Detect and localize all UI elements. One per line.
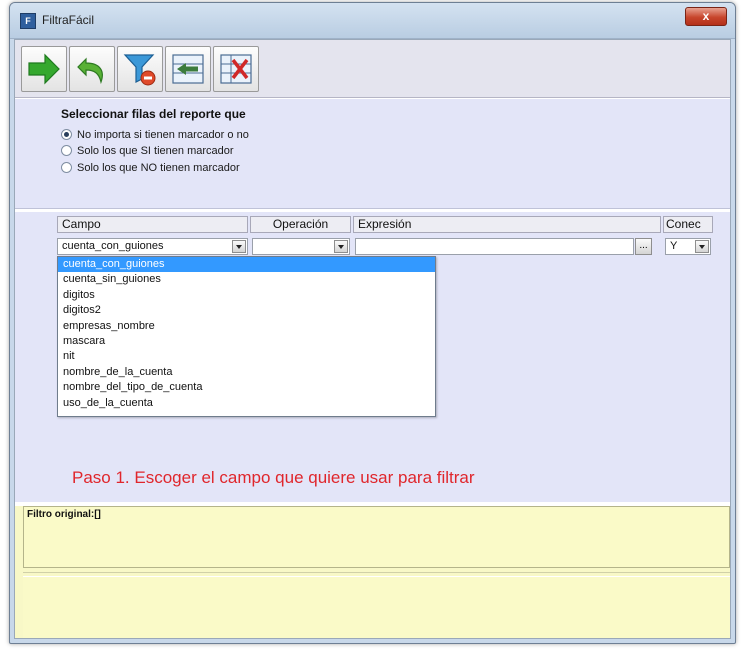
radio-button[interactable] — [61, 145, 72, 156]
insert-row-icon — [172, 54, 204, 84]
divider — [23, 572, 730, 573]
row-selection-panel: Seleccionar filas del reporte que No imp… — [15, 99, 730, 209]
radio-button[interactable] — [61, 162, 72, 173]
dropdown-option[interactable]: nombre_del_tipo_de_cuenta — [58, 380, 435, 395]
dropdown-option[interactable]: cuenta_con_guiones — [58, 257, 435, 273]
apply-filter-button[interactable] — [21, 46, 67, 92]
app-icon: F — [20, 13, 36, 29]
column-header-campo[interactable]: Campo — [57, 216, 248, 233]
radio-with-marker[interactable]: Solo los que SI tienen marcador — [61, 145, 234, 159]
campo-dropdown-list: cuenta_con_guiones cuenta_sin_guiones digi… — [57, 256, 436, 417]
new-filter-box[interactable] — [23, 576, 730, 638]
filter-grid-panel: Campo Operación Expresión Conec cuenta_c… — [15, 210, 730, 502]
operacion-combo[interactable] — [252, 238, 350, 255]
expression-builder-button[interactable]: ... — [635, 238, 652, 255]
chevron-down-icon[interactable] — [334, 240, 348, 253]
dropdown-option[interactable]: uso_de_la_cuenta — [58, 396, 435, 411]
arrow-right-icon — [28, 53, 60, 85]
selection-title: Seleccionar filas del reporte que — [61, 107, 246, 121]
radio-button[interactable] — [61, 129, 72, 140]
column-header-conector[interactable]: Conec — [663, 216, 713, 233]
radio-label: No importa si tienen marcador o no — [77, 129, 249, 141]
campo-value: cuenta_con_guiones — [62, 240, 164, 252]
chevron-down-icon[interactable] — [232, 240, 246, 253]
filtrafacil-window: F FiltraFácil x Seleccionar filas del re… — [9, 2, 736, 644]
conector-value: Y — [670, 240, 678, 252]
client-area: Seleccionar filas del reporte que No imp… — [14, 39, 731, 639]
insert-row-button[interactable] — [165, 46, 211, 92]
delete-row-button[interactable] — [213, 46, 259, 92]
toolbar — [15, 40, 730, 98]
original-filter-label: Filtro original:[] — [27, 509, 101, 520]
filter-remove-icon — [123, 54, 156, 86]
radio-without-marker[interactable]: Solo los que NO tienen marcador — [61, 162, 240, 176]
close-button[interactable]: x — [685, 7, 727, 26]
delete-row-icon — [220, 54, 252, 84]
step-hint: Paso 1. Escoger el campo que quiere usar… — [72, 468, 475, 487]
dropdown-option[interactable]: empresas_nombre — [58, 319, 435, 334]
filter-panel: Filtro original:[] — [15, 506, 730, 638]
title-bar[interactable]: F FiltraFácil x — [10, 3, 735, 39]
dropdown-option[interactable]: mascara — [58, 334, 435, 349]
undo-button[interactable] — [69, 46, 115, 92]
column-header-operacion[interactable]: Operación — [250, 216, 351, 233]
campo-combo[interactable]: cuenta_con_guiones — [57, 238, 248, 255]
chevron-down-icon[interactable] — [695, 240, 709, 253]
dropdown-option[interactable]: nombre_de_la_cuenta — [58, 365, 435, 380]
remove-filter-button[interactable] — [117, 46, 163, 92]
radio-label: Solo los que NO tienen marcador — [77, 162, 240, 174]
conector-combo[interactable]: Y — [665, 238, 711, 255]
original-filter-box: Filtro original:[] — [23, 506, 730, 568]
radio-any-marker[interactable]: No importa si tienen marcador o no — [61, 129, 249, 143]
dropdown-option[interactable]: digitos2 — [58, 303, 435, 318]
dropdown-option[interactable]: digitos — [58, 288, 435, 303]
expresion-input[interactable] — [355, 238, 634, 255]
dropdown-option[interactable]: nit — [58, 349, 435, 364]
window-title: FiltraFácil — [42, 13, 95, 27]
radio-label: Solo los que SI tienen marcador — [77, 145, 234, 157]
dropdown-option[interactable]: cuenta_sin_guiones — [58, 272, 435, 287]
undo-icon — [77, 57, 103, 85]
column-header-expresion[interactable]: Expresión — [353, 216, 661, 233]
